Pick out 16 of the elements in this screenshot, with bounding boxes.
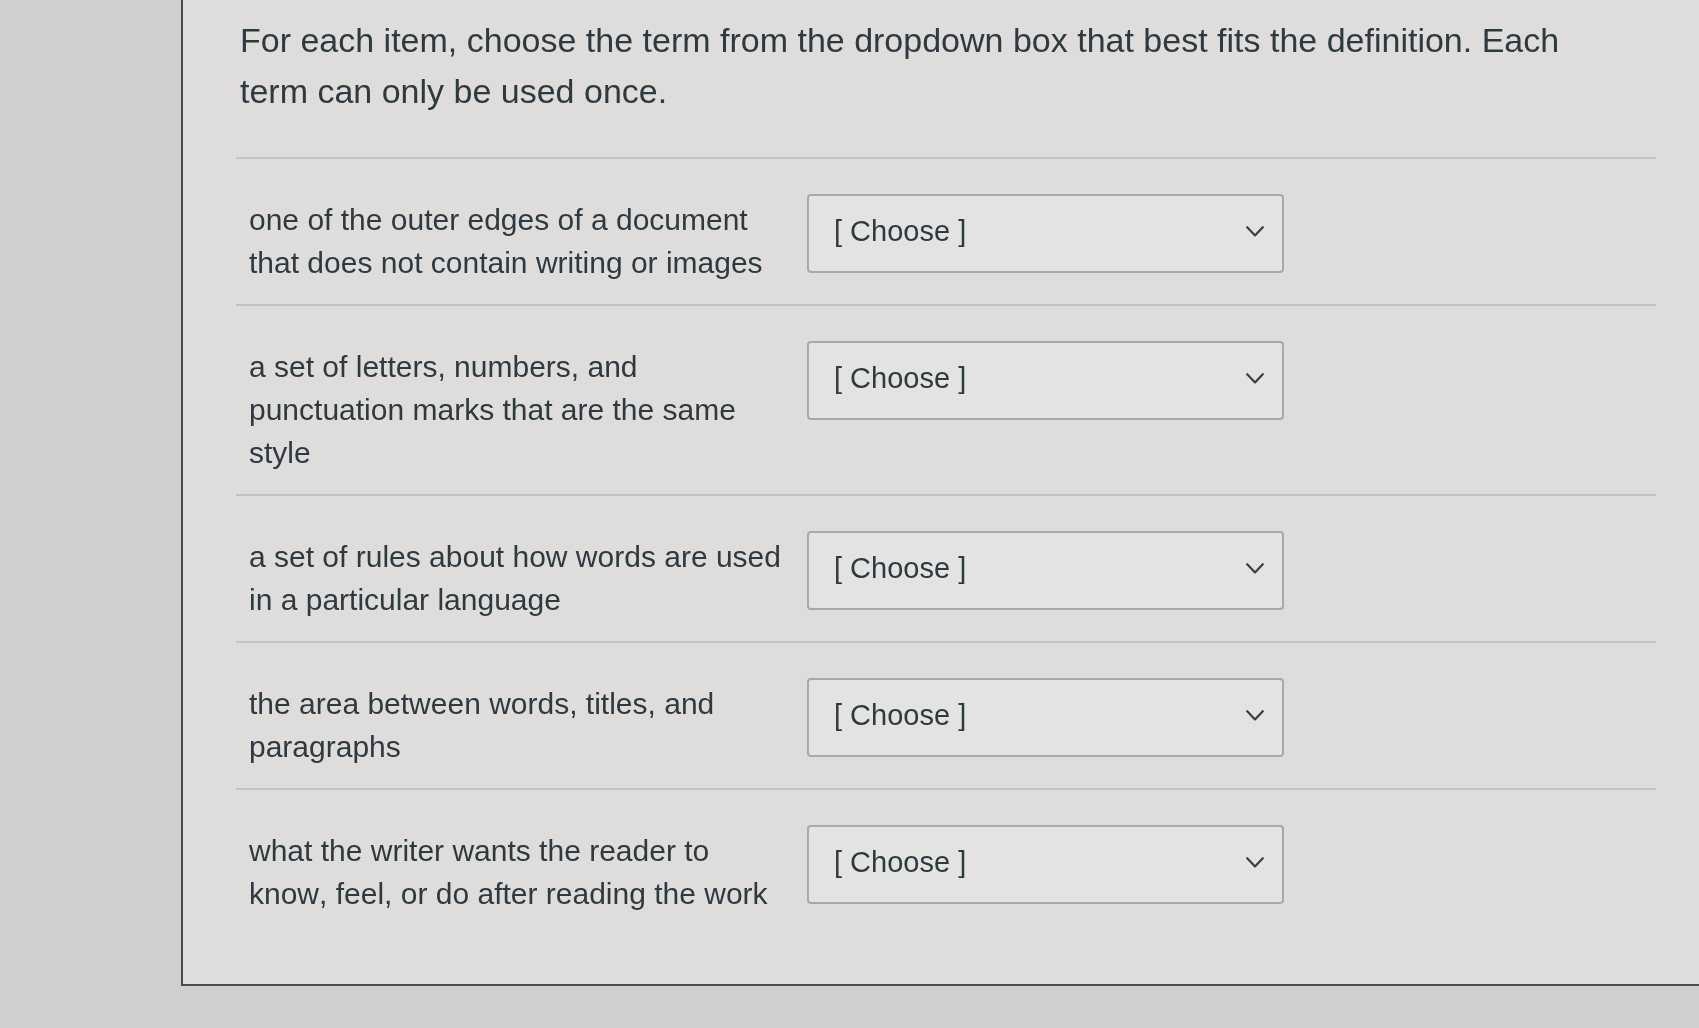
definition-text: the area between words, titles, and paragraphs bbox=[249, 686, 716, 765]
answer-dropdown[interactable]: [ Choose ] bbox=[807, 678, 1284, 757]
chevron-down-icon bbox=[1246, 857, 1264, 868]
chevron-down-icon bbox=[1246, 226, 1264, 237]
chevron-down-icon bbox=[1246, 710, 1264, 721]
chevron-down-icon bbox=[1246, 563, 1264, 574]
answer-dropdown[interactable]: [ Choose ] bbox=[807, 341, 1284, 420]
definition-text: a set of letters, numbers, and punctuation marks that are the same style bbox=[249, 349, 737, 471]
definition-text: a set of rules about how words are used in a particular language bbox=[249, 539, 782, 618]
chevron-down-icon bbox=[1246, 373, 1264, 384]
answer-dropdown[interactable]: [ Choose ] bbox=[807, 825, 1284, 904]
answer-dropdown[interactable]: [ Choose ] bbox=[807, 194, 1284, 273]
answer-dropdown[interactable]: [ Choose ] bbox=[807, 531, 1284, 610]
definition-text: one of the outer edges of a document that does not contain writing or images bbox=[249, 202, 764, 281]
instructions-text: For each item, choose the term from the dropdown box that best fits the definition. Each term can only be used once. bbox=[240, 20, 1561, 112]
definition-text: what the writer wants the reader to know, feel, or do after reading the work bbox=[249, 833, 769, 912]
